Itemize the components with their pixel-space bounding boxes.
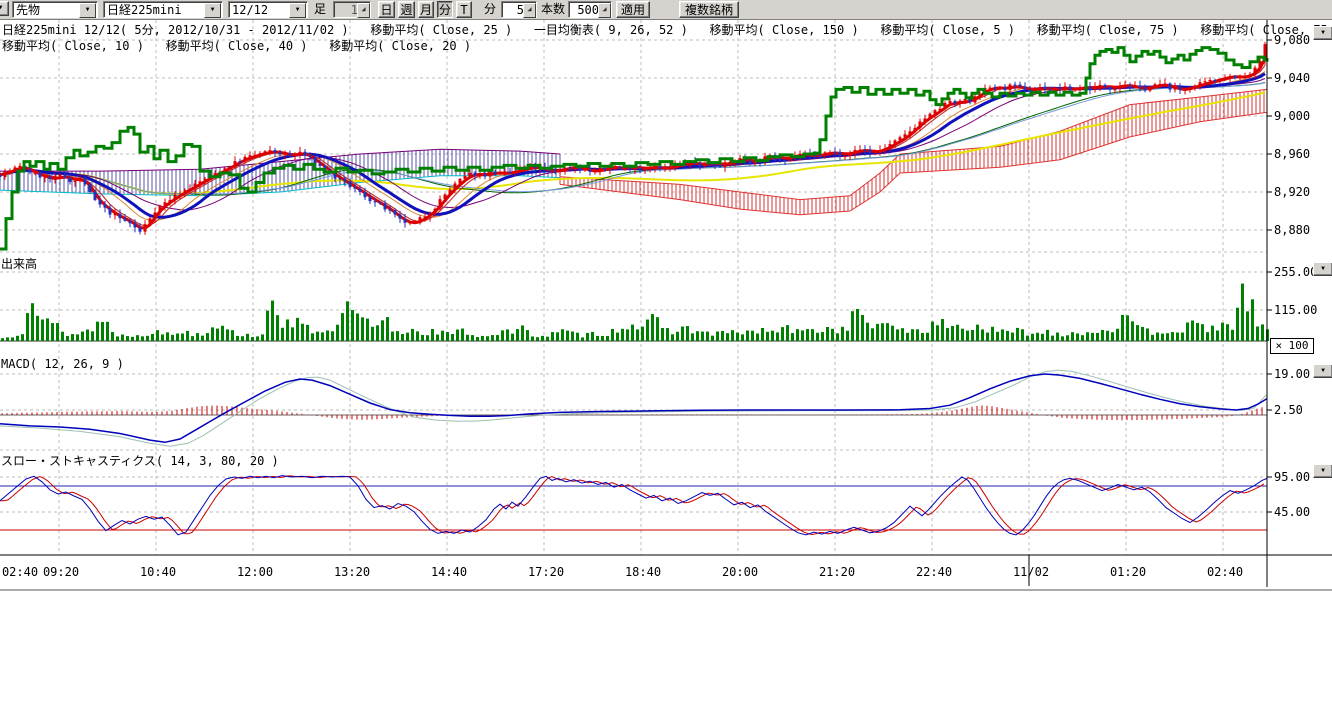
axis-tick-label: 9,040 <box>1274 71 1310 85</box>
macd-panel-scale-button[interactable]: ▼ <box>1313 364 1332 378</box>
chart-canvas[interactable]: 9,0809,0409,0008,9608,9208,880255.00115.… <box>0 0 1332 712</box>
axis-tick-label: 8,880 <box>1274 223 1310 237</box>
axis-tick-label: 2.50 <box>1274 403 1303 417</box>
triangle-down-icon: ▼ <box>1321 265 1325 272</box>
axis-tick-label: 45.00 <box>1274 505 1310 519</box>
axis-tick-label: 8,960 <box>1274 147 1310 161</box>
axis-tick-label: 13:20 <box>334 565 370 579</box>
chart-header-line2: 移動平均( Close, 10 ) 移動平均( Close, 40 ) 移動平均… <box>2 37 471 54</box>
axis-tick-label: 19.00 <box>1274 367 1310 381</box>
macd-panel <box>0 370 1267 446</box>
volume-panel-scale-button[interactable]: ▼ <box>1313 262 1332 276</box>
axis-tick-label: 17:20 <box>528 565 564 579</box>
axis-tick-label: 12:00 <box>237 565 273 579</box>
ichimoku-cloud <box>0 89 1267 214</box>
axis-tick-label: 9,000 <box>1274 109 1310 123</box>
axis-tick-label: 02:40 <box>1207 565 1243 579</box>
triangle-down-icon: ▼ <box>1321 29 1325 36</box>
stochastics-panel <box>0 476 1267 535</box>
axis-tick-label: 02:40 <box>2 565 38 579</box>
axis-tick-label: 09:20 <box>43 565 79 579</box>
axis-tick-label: 18:40 <box>625 565 661 579</box>
trading-app-window: ▼ 先物 ▼ 日経225mini ▼ 12/12 ▼ 足 1 ◢ 日 週 月 分… <box>0 0 1332 712</box>
axis-tick-label: 14:40 <box>431 565 467 579</box>
price-panel-scale-button[interactable]: ▼ <box>1313 26 1332 40</box>
axis-tick-label: 21:20 <box>819 565 855 579</box>
stoch-panel-scale-button[interactable]: ▼ <box>1313 464 1332 478</box>
axis-tick-label: 11/02 <box>1013 565 1049 579</box>
axis-tick-label: 95.00 <box>1274 470 1310 484</box>
axis-tick-label: 115.00 <box>1274 303 1317 317</box>
volume-multiplier-badge: × 100 <box>1270 338 1314 354</box>
volume-panel-label: 出来高 <box>1 255 37 272</box>
volume-bars <box>0 284 1269 341</box>
axis-tick-label: 20:00 <box>722 565 758 579</box>
axis-tick-label: 255.00 <box>1274 265 1317 279</box>
gridlines <box>0 20 1267 555</box>
candlesticks <box>0 42 1267 235</box>
axis-tick-label: 8,920 <box>1274 185 1310 199</box>
axis-tick-label: 22:40 <box>916 565 952 579</box>
triangle-down-icon: ▼ <box>1321 367 1325 374</box>
macd-panel-label: MACD( 12, 26, 9 ) <box>1 357 124 371</box>
triangle-down-icon: ▼ <box>1321 467 1325 474</box>
stochastics-panel-label: スロー・ストキャスティクス( 14, 3, 80, 20 ) <box>1 452 279 469</box>
axis-tick-label: 10:40 <box>140 565 176 579</box>
axis-tick-label: 01:20 <box>1110 565 1146 579</box>
chart-header-line1: 日経225mini 12/12( 5分, 2012/10/31 - 2012/1… <box>2 21 1332 38</box>
